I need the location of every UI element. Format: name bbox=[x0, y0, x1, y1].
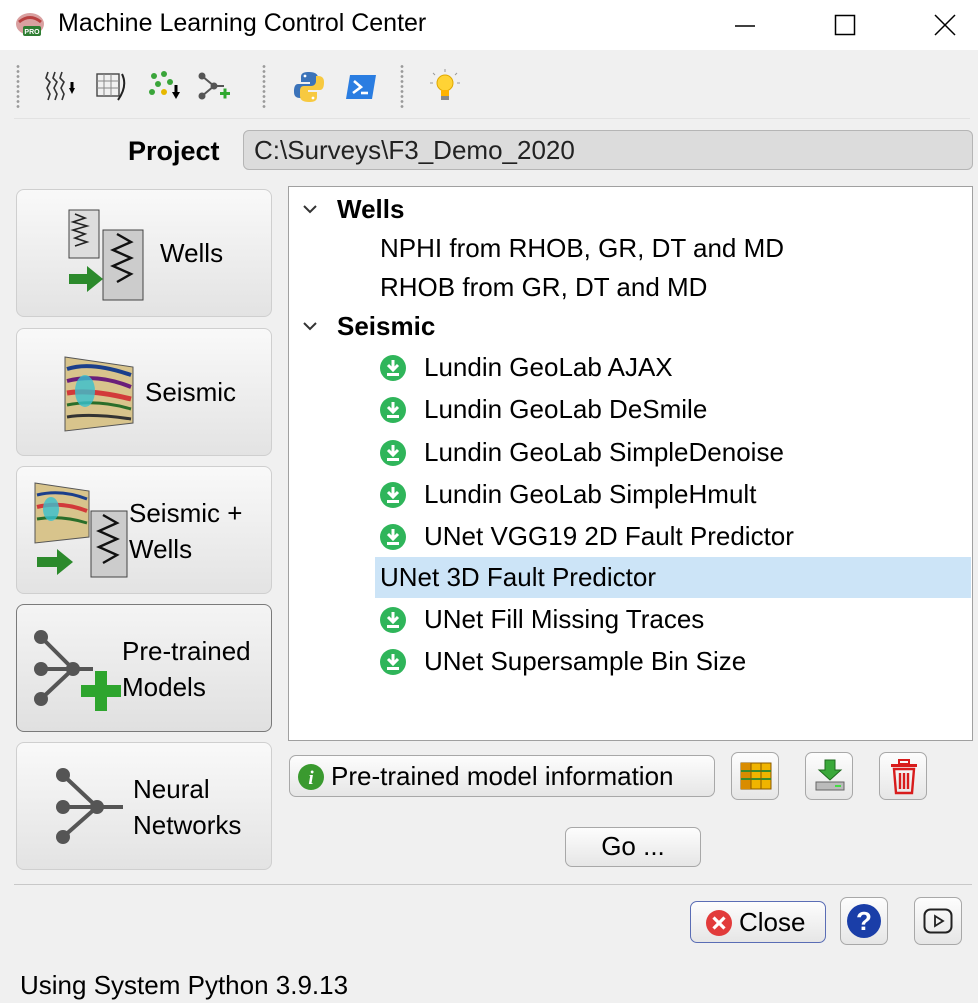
pretrained-models-icon bbox=[34, 630, 121, 711]
tree-item[interactable]: Lundin GeoLab AJAX bbox=[289, 347, 972, 388]
tree-item-label: NPHI from RHOB, GR, DT and MD bbox=[380, 233, 785, 263]
download-icon bbox=[380, 649, 406, 675]
app-icon: PRO bbox=[14, 11, 46, 39]
chevron-down-icon bbox=[303, 322, 317, 331]
tree-item-label: UNet Fill Missing Traces bbox=[424, 604, 705, 634]
tree-group-label: Seismic bbox=[337, 311, 436, 341]
database-button[interactable] bbox=[731, 752, 779, 800]
info-icon: i bbox=[298, 764, 324, 790]
sidebar-item-wells[interactable]: Wells bbox=[16, 189, 272, 317]
minimize-button[interactable] bbox=[715, 0, 775, 50]
tree-item-label: UNet VGG19 2D Fault Predictor bbox=[424, 521, 794, 551]
network-add-icon[interactable] bbox=[196, 68, 234, 106]
svg-text:PRO: PRO bbox=[24, 29, 40, 36]
video-button[interactable] bbox=[914, 897, 962, 945]
toolbar bbox=[14, 56, 970, 119]
seismic-icon bbox=[64, 356, 134, 432]
database-icon bbox=[740, 762, 772, 790]
neural-networks-icon bbox=[56, 768, 123, 844]
scatter-import-icon[interactable] bbox=[146, 68, 184, 106]
window-close-button[interactable] bbox=[915, 0, 975, 50]
info-button-label: Pre-trained model information bbox=[331, 761, 674, 791]
help-button[interactable]: ? bbox=[840, 897, 888, 945]
well-logs-import-icon[interactable] bbox=[42, 68, 80, 106]
video-icon bbox=[923, 908, 953, 934]
tree-item[interactable]: Lundin GeoLab DeSmile bbox=[289, 389, 972, 430]
tree-item[interactable]: Lundin GeoLab SimpleHmult bbox=[289, 474, 972, 515]
svg-text:i: i bbox=[308, 768, 314, 789]
toolbar-separator bbox=[400, 64, 404, 110]
window-title: Machine Learning Control Center bbox=[58, 9, 427, 37]
sidebar-item-label: Seismic bbox=[145, 377, 237, 407]
tree-group-wells[interactable]: Wells bbox=[289, 189, 972, 230]
tree-item-label: UNet 3D Fault Predictor bbox=[380, 562, 656, 592]
close-circle-icon bbox=[706, 910, 732, 936]
seismic-wells-icon bbox=[34, 482, 128, 578]
tree-item[interactable]: Lundin GeoLab SimpleDenoise bbox=[289, 432, 972, 473]
toolbar-separator bbox=[262, 64, 266, 110]
lightbulb-icon[interactable] bbox=[426, 68, 464, 106]
download-icon bbox=[380, 607, 406, 633]
python-icon[interactable] bbox=[290, 68, 328, 106]
delete-button[interactable] bbox=[879, 752, 927, 800]
tree-group-label: Wells bbox=[337, 194, 405, 224]
download-icon bbox=[380, 440, 406, 466]
svg-text:?: ? bbox=[856, 906, 872, 936]
tree-item-label: Lundin GeoLab DeSmile bbox=[424, 394, 708, 424]
toolbar-grip[interactable] bbox=[16, 64, 20, 110]
tree-item[interactable]: RHOB from GR, DT and MD bbox=[289, 267, 972, 308]
terminal-icon[interactable] bbox=[342, 68, 380, 106]
tree-item[interactable]: UNet VGG19 2D Fault Predictor bbox=[289, 516, 972, 557]
tree-item-label: Lundin GeoLab SimpleDenoise bbox=[424, 437, 784, 467]
download-install-icon bbox=[815, 759, 845, 791]
project-label: Project bbox=[128, 136, 220, 166]
pretrained-model-info-button[interactable]: i Pre-trained model information bbox=[289, 755, 715, 797]
download-icon bbox=[380, 397, 406, 423]
download-icon bbox=[380, 524, 406, 550]
divider bbox=[14, 884, 972, 885]
maximize-icon bbox=[834, 14, 856, 36]
close-button[interactable]: Close bbox=[690, 901, 826, 943]
tree-item[interactable]: NPHI from RHOB, GR, DT and MD bbox=[289, 228, 972, 269]
help-icon: ? bbox=[847, 904, 881, 938]
maximize-button[interactable] bbox=[815, 0, 875, 50]
project-path-field[interactable]: C:\Surveys\F3_Demo_2020 bbox=[243, 130, 973, 170]
tree-item-label: Lundin GeoLab AJAX bbox=[424, 352, 673, 382]
download-icon bbox=[380, 355, 406, 381]
tree-item-label: UNet Supersample Bin Size bbox=[424, 646, 747, 676]
tree-item[interactable]: UNet Fill Missing Traces bbox=[289, 599, 972, 640]
go-button[interactable]: Go ... bbox=[565, 827, 701, 867]
status-text: Using System Python 3.9.13 bbox=[20, 970, 349, 1000]
sidebar-item-seismic-wells[interactable]: Seismic + Wells bbox=[16, 466, 272, 594]
wells-icon bbox=[68, 209, 144, 301]
sidebar-item-label: Wells bbox=[160, 238, 224, 268]
minimize-icon bbox=[735, 25, 755, 27]
tree-item[interactable]: UNet Supersample Bin Size bbox=[289, 641, 972, 682]
tree-item-selected[interactable]: UNet 3D Fault Predictor bbox=[375, 557, 971, 598]
tree-group-seismic[interactable]: Seismic bbox=[289, 306, 972, 347]
delete-icon bbox=[891, 759, 917, 795]
tree-item-label: Lundin GeoLab SimpleHmult bbox=[424, 479, 757, 509]
tree-item-label: RHOB from GR, DT and MD bbox=[380, 272, 708, 302]
sidebar-item-label: Neural Networks bbox=[133, 774, 242, 840]
sidebar-item-pretrained-models[interactable]: Pre-trained Models bbox=[16, 604, 272, 732]
crossplot-icon[interactable] bbox=[94, 68, 132, 106]
title-bar: PRO Machine Learning Control Center bbox=[0, 0, 978, 50]
model-tree[interactable]: Wells NPHI from RHOB, GR, DT and MD RHOB… bbox=[288, 186, 973, 741]
sidebar-item-neural-networks[interactable]: Neural Networks bbox=[16, 742, 272, 870]
sidebar-item-label: Pre-trained Models bbox=[122, 636, 251, 702]
download-icon bbox=[380, 482, 406, 508]
download-install-button[interactable] bbox=[805, 752, 853, 800]
sidebar-item-label: Seismic + Wells bbox=[129, 498, 243, 564]
close-icon bbox=[934, 14, 956, 36]
close-button-label: Close bbox=[739, 907, 806, 937]
chevron-down-icon bbox=[303, 205, 317, 214]
sidebar-item-seismic[interactable]: Seismic bbox=[16, 328, 272, 456]
